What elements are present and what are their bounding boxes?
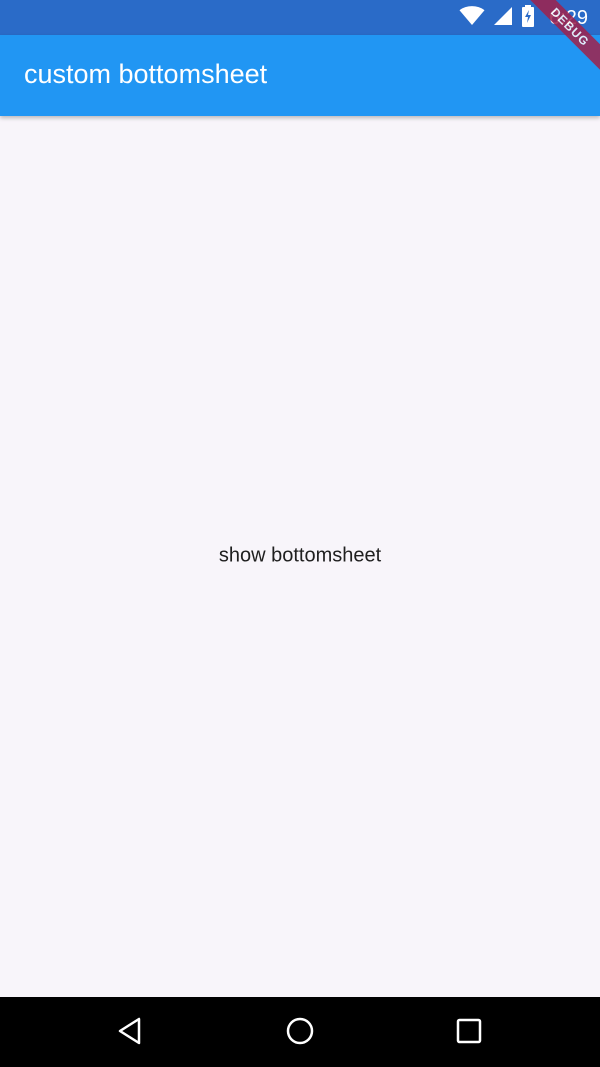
home-button[interactable]: [276, 1009, 324, 1057]
wifi-icon: [459, 5, 485, 31]
recent-apps-button[interactable]: [445, 1009, 493, 1057]
home-icon: [285, 1016, 315, 1051]
battery-charging-icon: [521, 4, 535, 32]
back-icon: [116, 1016, 146, 1051]
signal-icon: [493, 6, 513, 31]
app-title: custom bottomsheet: [24, 59, 268, 89]
status-time: 6:29: [549, 6, 588, 29]
status-bar: 6:29: [0, 0, 600, 35]
back-button[interactable]: [107, 1009, 155, 1057]
app-bar: custom bottomsheet: [0, 35, 600, 116]
recent-apps-icon: [454, 1016, 484, 1051]
status-icons: 6:29: [459, 4, 588, 32]
show-bottomsheet-button[interactable]: show bottomsheet: [209, 539, 391, 574]
main-content: show bottomsheet: [0, 116, 600, 997]
navigation-bar: [0, 997, 600, 1067]
app-screen: 6:29 custom bottomsheet show bottomsheet: [0, 0, 600, 1067]
